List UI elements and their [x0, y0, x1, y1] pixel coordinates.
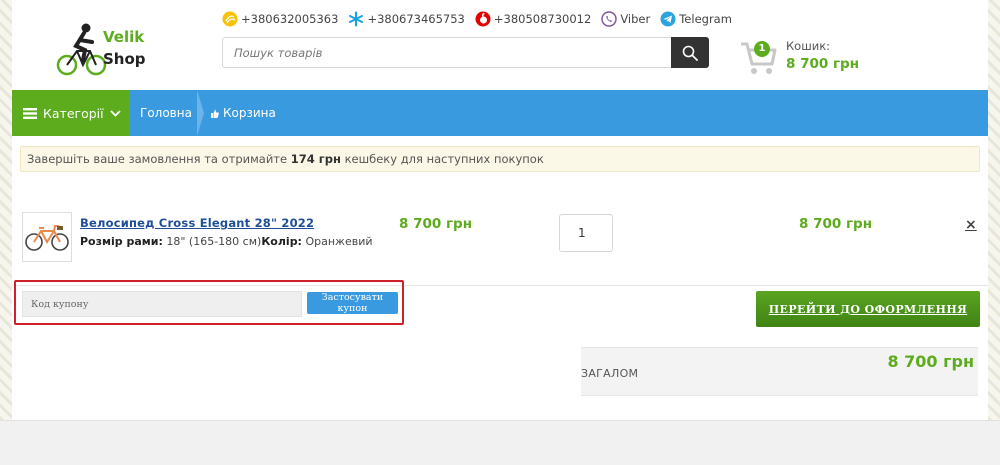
search-input[interactable]: [223, 38, 671, 67]
checkout-button[interactable]: ПЕРЕЙТИ ДО ОФОРМЛЕННЯ: [756, 291, 980, 327]
site-logo[interactable]: Velik Shop: [56, 14, 156, 76]
contact-text: Telegram: [679, 12, 732, 26]
coupon-section: Застосувати купон: [14, 280, 404, 325]
footer-area: [0, 420, 1000, 465]
frame-size-label: Розмір рами:: [80, 235, 163, 248]
viber-icon: [601, 11, 618, 27]
product-thumbnail[interactable]: [22, 212, 72, 262]
categories-label: Категорії: [43, 105, 104, 121]
quantity-input[interactable]: [559, 214, 613, 252]
apply-coupon-button[interactable]: Застосувати купон: [307, 292, 398, 314]
cashback-notice: Завершіть ваше замовлення та отримайте 1…: [20, 146, 980, 172]
contact-lifecell[interactable]: +380632005363: [222, 11, 338, 27]
background-pattern-right: [988, 0, 1000, 420]
contact-text: Viber: [620, 12, 651, 26]
contact-text: +380673465753: [367, 12, 465, 26]
breadcrumb-home[interactable]: Головна: [140, 90, 192, 136]
cashback-text-suffix: кешбеку для наступних покупок: [340, 152, 544, 166]
product-name-link[interactable]: Велосипед Cross Elegant 28" 2022: [80, 216, 314, 230]
color-value: Оранжевий: [301, 235, 373, 248]
frame-size-value: 18" (165-180 см): [162, 235, 262, 248]
kyivstar-icon: [349, 11, 364, 27]
cashback-amount: 174 грн: [290, 152, 341, 166]
cart-count-badge: 1: [754, 41, 770, 57]
coupon-code-input[interactable]: [22, 291, 302, 317]
telegram-icon: [660, 11, 676, 27]
search-button[interactable]: [671, 37, 709, 68]
total-label: ЗАГАЛОМ: [581, 367, 639, 380]
lifecell-icon: [222, 11, 238, 27]
product-price: 8 700 грн: [399, 216, 473, 232]
cart-label: Кошик:: [786, 39, 831, 53]
cyclist-icon: [56, 23, 107, 76]
categories-button[interactable]: Категорії: [12, 90, 129, 136]
contact-telegram[interactable]: Telegram: [660, 11, 732, 27]
breadcrumb-separator: [197, 90, 204, 136]
logo-text-velik: Velik: [103, 28, 145, 46]
thumbs-up-icon: [211, 109, 219, 118]
search-icon: [682, 45, 698, 61]
header-cart[interactable]: 1 Кошик: 8 700 грн: [740, 38, 880, 78]
contact-text: +380632005363: [241, 12, 339, 26]
menu-icon: [23, 107, 37, 119]
contact-vodafone[interactable]: +380508730012: [475, 11, 591, 27]
cart-total: 8 700 грн: [786, 56, 860, 72]
contact-kyivstar[interactable]: +380673465753: [348, 11, 465, 27]
color-label: Колір:: [261, 235, 302, 248]
total-value: 8 700 грн: [887, 352, 974, 371]
bicycle-image: [25, 225, 69, 251]
order-total: ЗАГАЛОМ 8 700 грн: [581, 347, 978, 396]
breadcrumb-cart-label: Корзина: [223, 106, 276, 120]
contact-viber[interactable]: Viber: [601, 11, 650, 27]
chevron-down-icon: [109, 109, 121, 117]
contact-text: +380508730012: [493, 12, 592, 26]
vodafone-icon: [475, 11, 491, 27]
logo-text-shop: Shop: [103, 50, 146, 68]
product-subtotal: 8 700 грн: [799, 216, 873, 232]
contacts-bar: +380632005363 +380673465753 +38050873001…: [222, 11, 732, 27]
breadcrumb-cart: Корзина: [210, 90, 276, 136]
cashback-text-prefix: Завершіть ваше замовлення та отримайте: [27, 152, 291, 166]
main-nav: Категорії Головна Корзина: [12, 90, 988, 136]
search-bar: [222, 37, 709, 68]
product-attributes: Розмір рами: 18" (165-180 см)Колір: Оран…: [80, 235, 373, 248]
page: Velik Shop +380632005363 +380673465753 +…: [12, 0, 988, 420]
remove-item-button[interactable]: ×: [965, 217, 977, 233]
logo-text: Velik Shop: [103, 26, 146, 70]
